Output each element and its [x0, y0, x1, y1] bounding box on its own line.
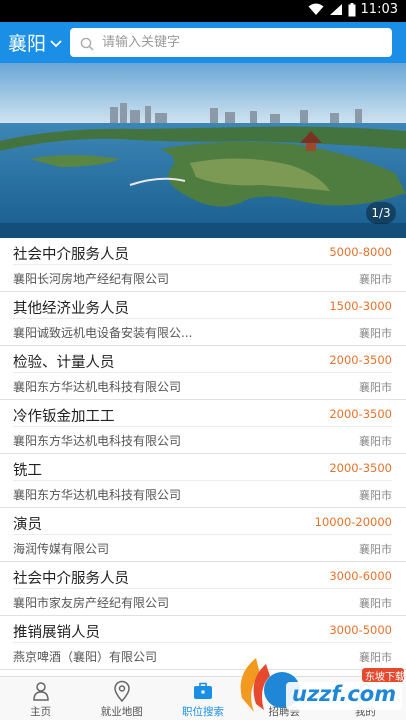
row-divider: [13, 318, 392, 319]
job-title: 其他经济业务人员: [13, 301, 129, 317]
job-company: 襄阳市家友房产经纪有限公司: [13, 596, 170, 610]
city-label: 襄阳: [8, 32, 47, 55]
row-divider: [13, 534, 392, 535]
top-header: 襄阳: [0, 22, 406, 63]
job-salary: 3000-5000: [329, 623, 392, 637]
tab-label: 招聘会: [268, 706, 300, 718]
chevron-down-icon: [50, 31, 62, 53]
job-item[interactable]: 社会中介服务人员 3000-6000 襄阳市家友房产经纪有限公司 襄阳市: [0, 562, 406, 616]
job-company: 海润传媒有限公司: [13, 542, 110, 556]
row-divider: [13, 480, 392, 481]
job-item[interactable]: 铣工 2000-3500 襄阳东方华达机电科技有限公司 襄阳市: [0, 454, 406, 508]
status-indicators: 11:03: [308, 2, 398, 17]
job-salary: 2000-3500: [329, 407, 392, 421]
wifi-icon: [308, 3, 324, 16]
job-item[interactable]: 推销展销人员 3000-5000 燕京啤酒（襄阳）有限公司 襄阳市: [0, 616, 406, 670]
row-divider: [13, 372, 392, 373]
job-location: 襄阳市: [359, 435, 392, 448]
job-location: 襄阳市: [359, 597, 392, 610]
job-company: 襄阳诚致远机电设备安装有限公...: [13, 326, 193, 340]
row-divider: [13, 264, 392, 265]
job-company: 燕京啤酒（襄阳）有限公司: [13, 650, 158, 664]
search-icon: [80, 36, 94, 50]
job-salary: 3000-6000: [329, 569, 392, 583]
tab-job-fair[interactable]: 招聘会: [244, 677, 325, 720]
job-location: 襄阳市: [359, 381, 392, 394]
job-title: 铣工: [13, 463, 42, 479]
home-person-icon: [30, 680, 52, 702]
job-item[interactable]: 冷作钣金加工工 2000-3500 襄阳东方华达机电科技有限公司 襄阳市: [0, 400, 406, 454]
status-bar: 11:03: [0, 0, 406, 22]
row-divider: [13, 588, 392, 589]
tab-home[interactable]: 主页: [0, 677, 81, 720]
job-salary: 1500-3000: [329, 299, 392, 313]
carousel-page-indicator: 1/3: [366, 202, 396, 224]
row-divider: [13, 426, 392, 427]
job-item[interactable]: 其他经济业务人员 1500-3000 襄阳诚致远机电设备安装有限公... 襄阳市: [0, 292, 406, 346]
banner-carousel[interactable]: 1/3: [0, 63, 406, 238]
job-salary: 10000-20000: [314, 515, 392, 529]
tab-profile[interactable]: 我的: [325, 677, 406, 720]
banner-image: [0, 63, 406, 238]
job-location: 襄阳市: [359, 543, 392, 556]
job-location: 襄阳市: [359, 651, 392, 664]
signal-icon: [329, 3, 343, 16]
job-salary: 2000-3500: [329, 461, 392, 475]
job-location: 襄阳市: [359, 489, 392, 502]
map-pin-icon: [111, 680, 133, 702]
job-company: 襄阳东方华达机电科技有限公司: [13, 488, 182, 502]
clock: 11:03: [360, 2, 398, 17]
job-company: 襄阳东方华达机电科技有限公司: [13, 434, 182, 448]
job-item[interactable]: 检验、计量人员 2000-3500 襄阳东方华达机电科技有限公司 襄阳市: [0, 346, 406, 400]
tab-job-search[interactable]: 职位搜索: [162, 677, 243, 720]
tab-job-map[interactable]: 就业地图: [81, 677, 162, 720]
search-input[interactable]: [102, 35, 382, 50]
tab-label: 就业地图: [100, 706, 143, 718]
tab-label: 职位搜索: [182, 706, 224, 718]
search-box[interactable]: [70, 28, 392, 57]
job-salary: 5000-8000: [329, 245, 392, 259]
row-divider: [13, 642, 392, 643]
job-title: 推销展销人员: [13, 625, 100, 641]
city-selector[interactable]: 襄阳: [8, 28, 62, 56]
briefcase-icon: [192, 680, 214, 702]
job-title: 冷作钣金加工工: [13, 409, 115, 425]
recruitment-icon: [273, 680, 295, 702]
job-item[interactable]: 演员 10000-20000 海润传媒有限公司 襄阳市: [0, 508, 406, 562]
profile-icon: [354, 680, 376, 702]
item-divider: [0, 669, 406, 670]
tab-label: 主页: [30, 706, 52, 718]
tab-label: 我的: [354, 706, 376, 718]
bottom-tab-bar: 主页 就业地图 职位搜索 招聘会 我的: [0, 676, 406, 720]
job-location: 襄阳市: [359, 327, 392, 340]
job-title: 演员: [13, 517, 42, 533]
battery-icon: [348, 2, 356, 17]
job-salary: 2000-3500: [329, 353, 392, 367]
job-title: 社会中介服务人员: [13, 571, 129, 587]
job-item[interactable]: 社会中介服务人员 5000-8000 襄阳长河房地产经纪有限公司 襄阳市: [0, 238, 406, 292]
job-title: 检验、计量人员: [13, 355, 115, 371]
job-list: 社会中介服务人员 5000-8000 襄阳长河房地产经纪有限公司 襄阳市 其他经…: [0, 238, 406, 676]
job-company: 襄阳长河房地产经纪有限公司: [13, 272, 170, 286]
job-title: 社会中介服务人员: [13, 247, 129, 263]
job-company: 襄阳东方华达机电科技有限公司: [13, 380, 182, 394]
job-location: 襄阳市: [359, 273, 392, 286]
